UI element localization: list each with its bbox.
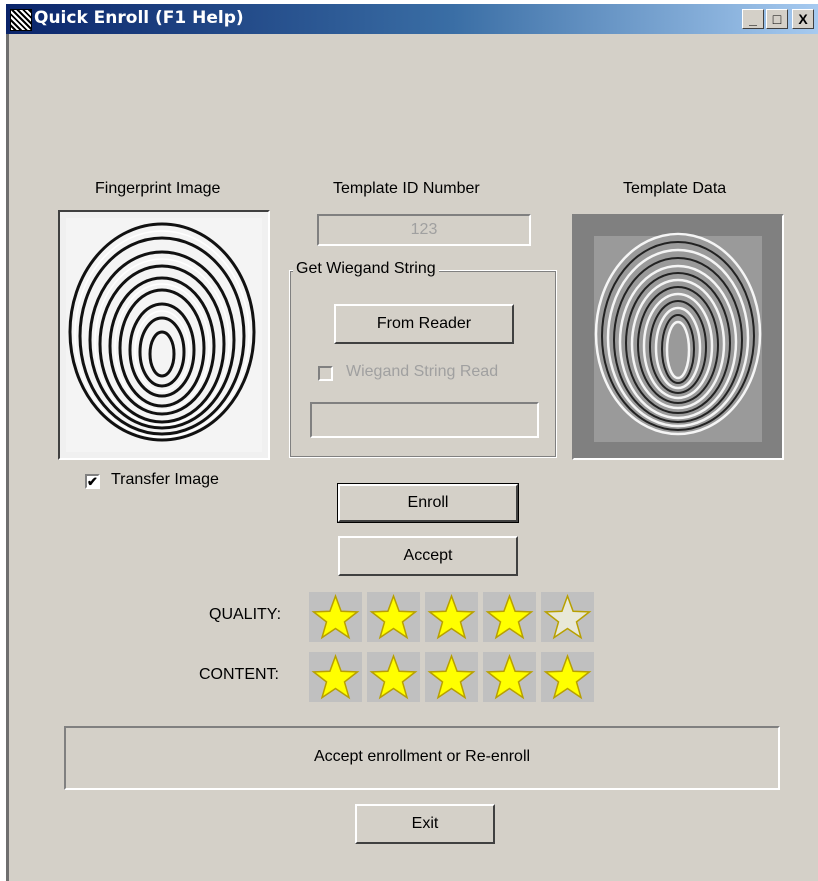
fingerprint-image-panel xyxy=(58,210,270,460)
template-data-panel xyxy=(572,214,784,460)
template-id-field[interactable]: 123 xyxy=(317,214,531,246)
wiegand-read-checkbox[interactable] xyxy=(318,366,333,381)
quality-star-4-filled xyxy=(483,592,536,642)
content-star-5-filled xyxy=(541,652,594,702)
from-reader-button[interactable]: From Reader xyxy=(334,304,514,344)
title-bar[interactable]: Quick Enroll (F1 Help) _ □ X xyxy=(6,4,818,34)
transfer-image-checkbox[interactable]: ✔ xyxy=(85,474,100,489)
template-data-label: Template Data xyxy=(623,180,727,197)
fingerprint-app-icon xyxy=(10,9,32,31)
close-button[interactable]: X xyxy=(792,9,814,29)
fingerprint-image xyxy=(66,218,262,452)
quality-star-1-filled xyxy=(309,592,362,642)
quality-star-3-filled xyxy=(425,592,478,642)
content-star-4-filled xyxy=(483,652,536,702)
enroll-button[interactable]: Enroll xyxy=(337,483,519,523)
maximize-button[interactable]: □ xyxy=(766,9,788,29)
wiegand-read-label: Wiegand String Read xyxy=(346,363,499,380)
content-label: CONTENT: xyxy=(199,666,279,683)
accept-button[interactable]: Accept xyxy=(338,536,518,576)
quality-star-5-empty xyxy=(541,592,594,642)
content-star-1-filled xyxy=(309,652,362,702)
template-id-label: Template ID Number xyxy=(333,180,480,197)
window-title: Quick Enroll (F1 Help) xyxy=(34,8,244,28)
transfer-image-label: Transfer Image xyxy=(111,471,219,488)
fingerprint-image-label: Fingerprint Image xyxy=(95,180,221,197)
wiegand-group-label: Get Wiegand String xyxy=(293,260,439,278)
quality-label: QUALITY: xyxy=(209,606,282,623)
template-data-image xyxy=(594,232,762,442)
quality-star-2-filled xyxy=(367,592,420,642)
wiegand-string-field[interactable] xyxy=(310,402,539,438)
quick-enroll-window: Quick Enroll (F1 Help) _ □ X Fingerprint… xyxy=(6,4,818,881)
exit-button[interactable]: Exit xyxy=(355,804,495,844)
content-star-3-filled xyxy=(425,652,478,702)
minimize-button[interactable]: _ xyxy=(742,9,764,29)
status-message: Accept enrollment or Re-enroll xyxy=(313,748,531,765)
content-star-2-filled xyxy=(367,652,420,702)
